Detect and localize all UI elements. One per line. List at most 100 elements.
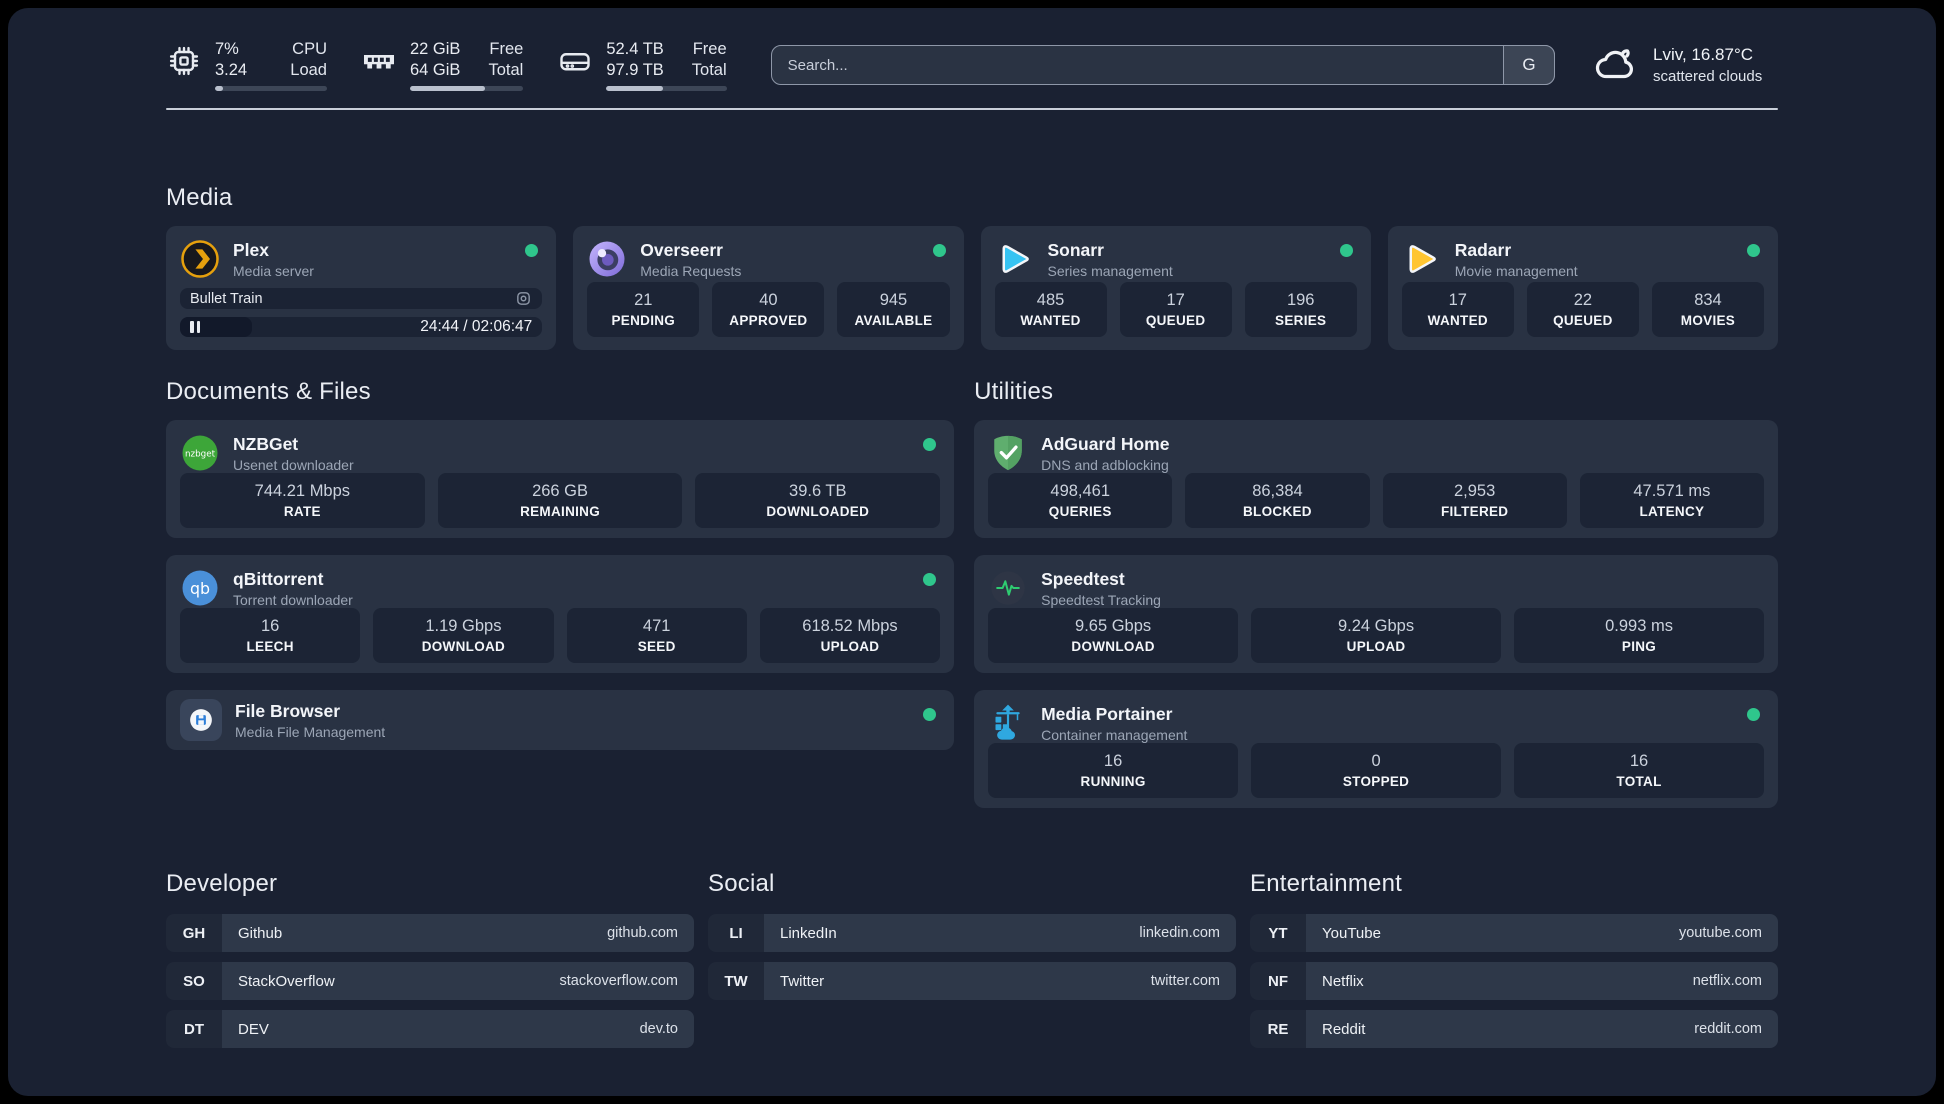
disk-total-value: 97.9 TB bbox=[606, 61, 664, 79]
stat-tile: 498,461 QUERIES bbox=[988, 473, 1173, 528]
link-row-youtube[interactable]: YT YouTube youtube.com bbox=[1250, 914, 1778, 952]
app-card-qbittorrent[interactable]: qb qBittorrent Torrent downloader 16 LEE… bbox=[166, 555, 955, 673]
system-monitors: 7% 3.24 CPU Load 22 GiB 64 GiB Free Tota… bbox=[166, 39, 727, 92]
app-card-speedtest[interactable]: Speedtest Speedtest Tracking 9.65 Gbps D… bbox=[974, 555, 1778, 673]
section-title-documents: Documents & Files bbox=[166, 378, 371, 405]
search-input[interactable] bbox=[770, 45, 1555, 85]
memory-icon bbox=[364, 54, 394, 69]
link-url: linkedin.com bbox=[1139, 925, 1220, 941]
filebrowser-icon bbox=[180, 699, 222, 741]
app-card-nzbget[interactable]: nzbget NZBGet Usenet downloader 744.21 M… bbox=[166, 420, 955, 538]
topbar: 7% 3.24 CPU Load 22 GiB 64 GiB Free Tota… bbox=[166, 38, 1778, 92]
memory-total-value: 64 GiB bbox=[410, 61, 461, 79]
link-url: github.com bbox=[607, 925, 678, 941]
link-name: Reddit bbox=[1322, 1020, 1366, 1038]
plex-icon bbox=[180, 239, 220, 279]
disk-free-value: 52.4 TB bbox=[606, 39, 664, 58]
status-dot bbox=[1747, 708, 1760, 721]
search-engine-button[interactable]: G bbox=[1503, 45, 1555, 85]
disk-progress-track bbox=[606, 86, 727, 92]
cpu-usage-value: 7% bbox=[215, 39, 239, 58]
section-title-entertainment: Entertainment bbox=[1250, 870, 1403, 897]
weather-widget[interactable]: Lviv, 16.87°C scattered clouds bbox=[1593, 42, 1778, 88]
app-description: Series management bbox=[1047, 262, 1173, 279]
sonarr-icon bbox=[995, 239, 1035, 279]
disk-icon bbox=[560, 52, 591, 71]
playback-progress: 24:44 / 02:06:47 bbox=[180, 317, 543, 337]
app-card-adguard[interactable]: AdGuard Home DNS and adblocking 498,461 … bbox=[974, 420, 1778, 538]
app-card-plex[interactable]: Plex Media server Bullet Train 24:44 / 0… bbox=[166, 226, 557, 350]
stat-tile: 86,384 BLOCKED bbox=[1185, 473, 1370, 528]
link-abbr: SO bbox=[166, 962, 222, 1000]
playback-time: 24:44 / 02:06:47 bbox=[420, 318, 533, 336]
stat-tile: 21 PENDING bbox=[587, 282, 700, 337]
app-description: Media Requests bbox=[640, 262, 742, 279]
section-title-utilities: Utilities bbox=[974, 378, 1054, 405]
stat-tile: 47.571 ms LATENCY bbox=[1579, 473, 1764, 528]
section-title-social: Social bbox=[708, 870, 775, 897]
cpu-progress-fill bbox=[215, 86, 223, 92]
disk-monitor: 52.4 TB 97.9 TB Free Total bbox=[557, 39, 727, 92]
memory-progress-track bbox=[410, 86, 524, 92]
stat-tile: 9.65 Gbps DOWNLOAD bbox=[988, 608, 1239, 663]
link-url: youtube.com bbox=[1678, 925, 1762, 941]
cpu-monitor: 7% 3.24 CPU Load bbox=[166, 39, 327, 92]
section-entertainment: Entertainment YT YouTube youtube.com NF … bbox=[1250, 870, 1778, 1048]
link-row-github[interactable]: GH Github github.com bbox=[166, 914, 694, 952]
stat-tile: 485 WANTED bbox=[994, 282, 1107, 337]
link-row-dev[interactable]: DT DEV dev.to bbox=[166, 1010, 694, 1048]
stat-tile: 17 QUEUED bbox=[1119, 282, 1232, 337]
stat-tile: 0.993 ms PING bbox=[1514, 608, 1764, 663]
disk-free-label: Free bbox=[692, 39, 727, 58]
app-description: Media server bbox=[233, 262, 314, 279]
app-card-radarr[interactable]: Radarr Movie management 17 WANTED 22 QUE… bbox=[1387, 226, 1778, 350]
stat-tile: 0 STOPPED bbox=[1251, 743, 1502, 798]
stat-tile: 834 MOVIES bbox=[1651, 282, 1764, 337]
app-card-sonarr[interactable]: Sonarr Series management 485 WANTED 17 Q… bbox=[980, 226, 1371, 350]
link-abbr: RE bbox=[1250, 1010, 1306, 1048]
status-dot bbox=[1339, 244, 1353, 257]
stat-tile: 39.6 TB DOWNLOADED bbox=[695, 473, 941, 528]
app-description: Container management bbox=[1041, 726, 1188, 743]
app-name: qBittorrent bbox=[233, 568, 324, 589]
disk-total-label: Total bbox=[691, 61, 727, 79]
section-title-media: Media bbox=[166, 184, 233, 211]
link-row-reddit[interactable]: RE Reddit reddit.com bbox=[1250, 1010, 1778, 1048]
app-card-portainer[interactable]: Media Portainer Container management 16 … bbox=[974, 690, 1778, 808]
search-bar: G bbox=[770, 45, 1555, 85]
link-abbr: NF bbox=[1250, 962, 1306, 1000]
speedtest-icon bbox=[988, 568, 1028, 608]
cpu-usage-label: CPU bbox=[292, 39, 327, 58]
stat-tile: 22 QUEUED bbox=[1526, 282, 1639, 337]
memory-total-label: Total bbox=[488, 61, 524, 79]
overseerr-icon bbox=[587, 239, 627, 279]
link-abbr: TW bbox=[708, 962, 764, 1000]
link-row-linkedin[interactable]: LI LinkedIn linkedin.com bbox=[708, 914, 1236, 952]
link-abbr: GH bbox=[166, 914, 222, 952]
radarr-icon bbox=[1402, 239, 1442, 279]
link-abbr: LI bbox=[708, 914, 764, 952]
app-name: Overseerr bbox=[640, 239, 723, 260]
app-card-overseerr[interactable]: Overseerr Media Requests 21 PENDING 40 A… bbox=[573, 226, 964, 350]
link-row-stackoverflow[interactable]: SO StackOverflow stackoverflow.com bbox=[166, 962, 694, 1000]
link-name: Twitter bbox=[780, 972, 825, 990]
app-description: Movie management bbox=[1454, 262, 1578, 279]
dashboard-page: 7% 3.24 CPU Load 22 GiB 64 GiB Free Tota… bbox=[8, 8, 1936, 1096]
status-dot bbox=[932, 244, 946, 257]
section-media: Media Plex Media server Bullet Train 24:… bbox=[166, 184, 1778, 350]
link-row-netflix[interactable]: NF Netflix netflix.com bbox=[1250, 962, 1778, 1000]
link-row-twitter[interactable]: TW Twitter twitter.com bbox=[708, 962, 1236, 1000]
now-playing-row: Bullet Train bbox=[180, 288, 543, 310]
app-description: Torrent downloader bbox=[233, 591, 353, 608]
stat-tile: 471 SEED bbox=[566, 608, 747, 663]
stat-tile: 744.21 Mbps RATE bbox=[180, 473, 425, 528]
stat-tile: 16 LEECH bbox=[180, 608, 361, 663]
app-card-filebrowser[interactable]: File Browser Media File Management bbox=[166, 690, 955, 750]
pause-icon bbox=[190, 321, 200, 334]
section-developer: Developer GH Github github.com SO StackO… bbox=[166, 870, 694, 1048]
stat-tile: 945 AVAILABLE bbox=[837, 282, 950, 337]
stat-tile: 9.24 Gbps UPLOAD bbox=[1251, 608, 1502, 663]
stat-tile: 1.19 Gbps DOWNLOAD bbox=[373, 608, 554, 663]
link-name: YouTube bbox=[1322, 924, 1381, 942]
nzbget-icon: nzbget bbox=[180, 433, 220, 473]
